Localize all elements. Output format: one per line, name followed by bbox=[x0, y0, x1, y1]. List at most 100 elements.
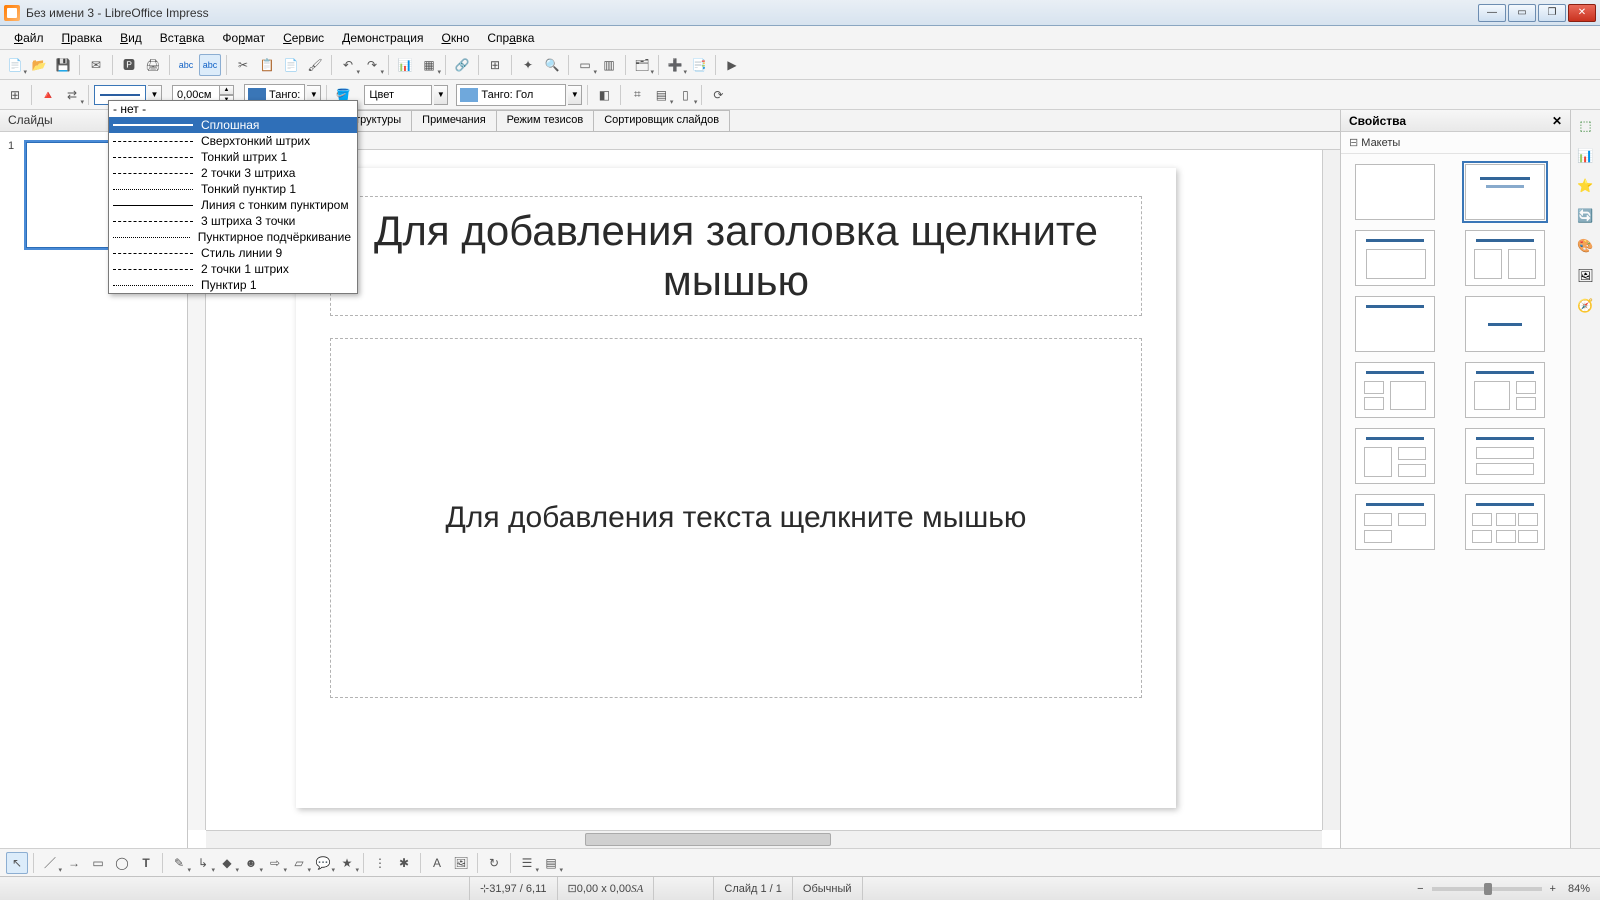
fill-type-dropdown-arrow[interactable]: ▼ bbox=[434, 85, 448, 105]
line-dialog-button[interactable]: 🔺 bbox=[37, 84, 59, 106]
stars-tool[interactable]: ★▾ bbox=[336, 852, 358, 874]
ruler-horizontal[interactable] bbox=[206, 132, 1340, 150]
view-tab-sorter[interactable]: Сортировщик слайдов bbox=[593, 110, 730, 131]
deck-navigator-icon[interactable]: 🧭 bbox=[1576, 296, 1596, 316]
block-arrows-tool[interactable]: ⇨▾ bbox=[264, 852, 286, 874]
deck-properties-icon[interactable]: ⬚ bbox=[1576, 116, 1596, 136]
cut-button[interactable]: ✂ bbox=[232, 54, 254, 76]
close-button[interactable]: ✕ bbox=[1568, 4, 1596, 22]
zoom-out-button[interactable]: − bbox=[1417, 883, 1423, 895]
scrollbar-horizontal[interactable] bbox=[206, 830, 1322, 848]
layout-title-3row[interactable] bbox=[1355, 428, 1435, 484]
zoom-slider[interactable] bbox=[1432, 887, 1542, 891]
open-button[interactable]: 📂 bbox=[28, 54, 50, 76]
basic-shapes-tool[interactable]: ◆▾ bbox=[216, 852, 238, 874]
deck-master-icon[interactable]: 📊 bbox=[1576, 146, 1596, 166]
zoom-button[interactable]: 🔍 bbox=[541, 54, 563, 76]
line-style-2dot-1dash[interactable]: 2 точки 1 штрих bbox=[109, 261, 357, 277]
glue-tool[interactable]: ✱ bbox=[393, 852, 415, 874]
menu-help[interactable]: Справка bbox=[479, 29, 542, 47]
rect-tool[interactable]: ▭ bbox=[87, 852, 109, 874]
spellcheck-button[interactable]: abc bbox=[175, 54, 197, 76]
scrollbar-horizontal-thumb[interactable] bbox=[585, 833, 831, 846]
autospell-button[interactable]: abc bbox=[199, 54, 221, 76]
line-style-3dash-3dot[interactable]: 3 штриха 3 точки bbox=[109, 213, 357, 229]
layout-6box[interactable] bbox=[1465, 494, 1545, 550]
arrow-ends-button[interactable]: ⇄▾ bbox=[61, 84, 83, 106]
select-tool[interactable]: ↖ bbox=[6, 852, 28, 874]
text-tool[interactable]: T bbox=[135, 852, 157, 874]
line-style-line-fine-dot[interactable]: Линия с тонким пунктиром bbox=[109, 197, 357, 213]
line-style-dotted-underline[interactable]: Пунктирное подчёркивание bbox=[109, 229, 357, 245]
deck-gallery-icon[interactable]: 🖼 bbox=[1576, 266, 1596, 286]
menu-view[interactable]: Вид bbox=[112, 29, 150, 47]
deck-transition-icon[interactable]: 🔄 bbox=[1576, 206, 1596, 226]
arrange-tool-bottom[interactable]: ▤▾ bbox=[540, 852, 562, 874]
line-style-solid[interactable]: Сплошная bbox=[109, 117, 357, 133]
menu-insert[interactable]: Вставка bbox=[152, 29, 213, 47]
chart-button[interactable]: 📊 bbox=[394, 54, 416, 76]
menu-edit[interactable]: Правка bbox=[54, 29, 111, 47]
from-file-tool[interactable]: 🖼 bbox=[450, 852, 472, 874]
arrange-button[interactable]: ▤▾ bbox=[650, 84, 672, 106]
layout-title-4box[interactable] bbox=[1355, 494, 1435, 550]
scrollbar-vertical[interactable] bbox=[1322, 150, 1340, 830]
slide[interactable]: Для добавления заголовка щелкните мышью … bbox=[296, 168, 1176, 808]
layout-blank[interactable] bbox=[1355, 164, 1435, 220]
table-button[interactable]: ▦▾ bbox=[418, 54, 440, 76]
copy-button[interactable]: 📋 bbox=[256, 54, 278, 76]
line-style-dot-1[interactable]: Пунктир 1 bbox=[109, 277, 357, 293]
align-tool-bottom[interactable]: ☰▾ bbox=[516, 852, 538, 874]
canvas-area[interactable]: Для добавления заголовка щелкните мышью … bbox=[206, 150, 1322, 830]
deck-styles-icon[interactable]: 🎨 bbox=[1576, 236, 1596, 256]
arrow-tool[interactable]: → bbox=[63, 852, 85, 874]
fontwork-tool[interactable]: A bbox=[426, 852, 448, 874]
pdf-button[interactable]: 🅿 bbox=[118, 54, 140, 76]
layout-title-2box[interactable] bbox=[1465, 230, 1545, 286]
menu-slideshow[interactable]: Демонстрация bbox=[334, 29, 431, 47]
position-size-button[interactable]: ⊞ bbox=[4, 84, 26, 106]
presentation-button[interactable]: ▶ bbox=[721, 54, 743, 76]
slide-layout-button[interactable]: ▥ bbox=[598, 54, 620, 76]
curve-tool[interactable]: ✎▾ bbox=[168, 852, 190, 874]
clone-format-button[interactable]: 🖌 bbox=[304, 54, 326, 76]
rotate-tool[interactable]: ↻ bbox=[483, 852, 505, 874]
line-style-none[interactable]: - нет - bbox=[109, 101, 357, 117]
layout-title-2row[interactable] bbox=[1465, 428, 1545, 484]
ellipse-tool[interactable]: ◯ bbox=[111, 852, 133, 874]
line-tool[interactable]: ／▾ bbox=[39, 852, 61, 874]
navigator-button[interactable]: ✦ bbox=[517, 54, 539, 76]
hyperlink-button[interactable]: 🔗 bbox=[451, 54, 473, 76]
line-style-fine-dot-1[interactable]: Тонкий пунктир 1 bbox=[109, 181, 357, 197]
content-placeholder[interactable]: Для добавления текста щелкните мышью bbox=[330, 338, 1142, 698]
crop-button[interactable]: ⌗ bbox=[626, 84, 648, 106]
deck-animation-icon[interactable]: ⭐ bbox=[1576, 176, 1596, 196]
points-tool[interactable]: ⋮ bbox=[369, 852, 391, 874]
redo-button[interactable]: ↷▾ bbox=[361, 54, 383, 76]
paste-button[interactable]: 📄 bbox=[280, 54, 302, 76]
line-style-2dot-3dash[interactable]: 2 точки 3 штриха bbox=[109, 165, 357, 181]
callouts-tool[interactable]: 💬▾ bbox=[312, 852, 334, 874]
slide-design-button[interactable]: 🗂▾ bbox=[631, 54, 653, 76]
layout-centered-text[interactable] bbox=[1465, 296, 1545, 352]
layouts-section-header[interactable]: Макеты bbox=[1341, 132, 1570, 154]
restore-button[interactable]: ▭ bbox=[1508, 4, 1536, 22]
fill-type-input[interactable] bbox=[364, 85, 432, 105]
extrusion-button[interactable]: ⟳ bbox=[707, 84, 729, 106]
layout-title-only[interactable] bbox=[1355, 296, 1435, 352]
grid-button[interactable]: ⊞ bbox=[484, 54, 506, 76]
slide-button[interactable]: ▭▾ bbox=[574, 54, 596, 76]
new-button[interactable]: 📄▾ bbox=[4, 54, 26, 76]
connector-tool[interactable]: ↳▾ bbox=[192, 852, 214, 874]
shadow-button[interactable]: ◧ bbox=[593, 84, 615, 106]
view-tab-handout[interactable]: Режим тезисов bbox=[496, 110, 595, 131]
layout-title-2col[interactable] bbox=[1355, 230, 1435, 286]
menu-window[interactable]: Окно bbox=[433, 29, 477, 47]
menu-tools[interactable]: Сервис bbox=[275, 29, 332, 47]
mail-button[interactable]: ✉ bbox=[85, 54, 107, 76]
view-tab-notes[interactable]: Примечания bbox=[411, 110, 497, 131]
undo-button[interactable]: ↶▾ bbox=[337, 54, 359, 76]
properties-close-icon[interactable]: ✕ bbox=[1552, 114, 1562, 128]
title-placeholder[interactable]: Для добавления заголовка щелкните мышью bbox=[330, 196, 1142, 316]
layout-title-content[interactable] bbox=[1465, 164, 1545, 220]
